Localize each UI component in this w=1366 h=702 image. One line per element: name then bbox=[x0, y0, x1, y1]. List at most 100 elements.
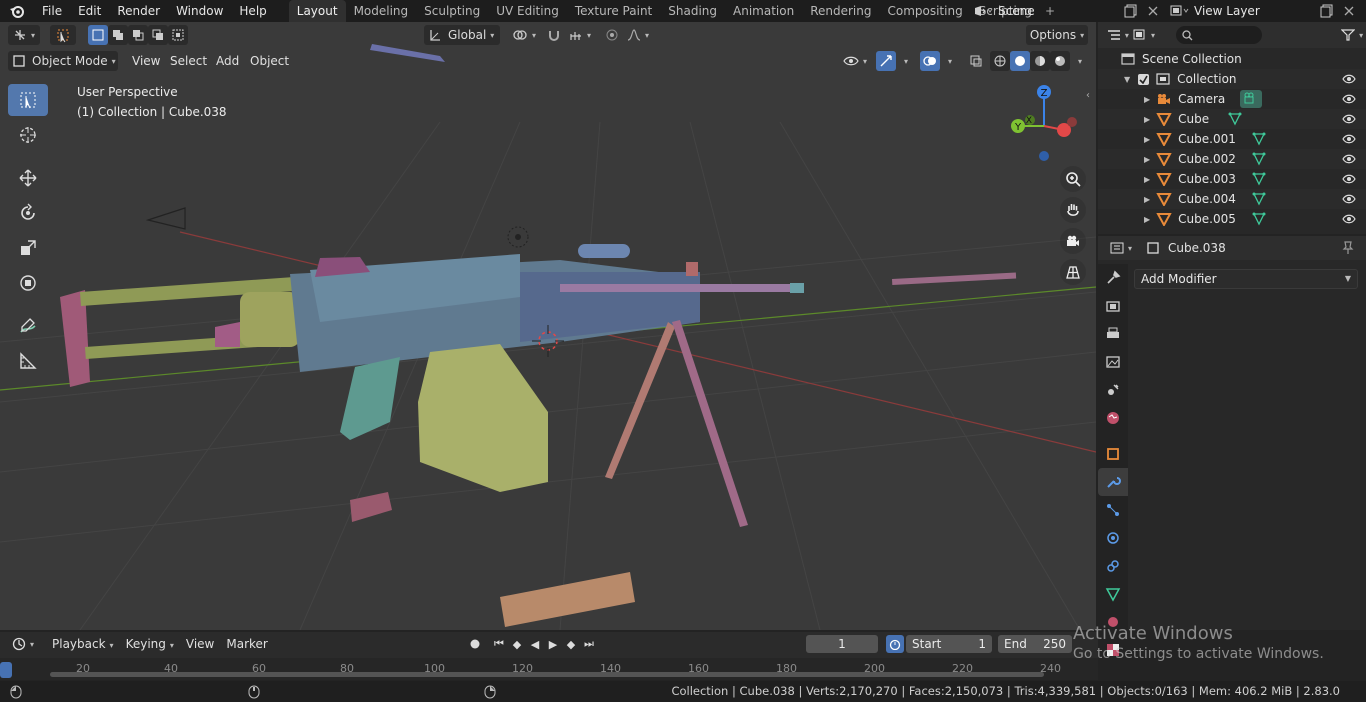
tab-uv-editing[interactable]: UV Editing bbox=[488, 0, 567, 22]
mesh-data-icon[interactable] bbox=[1252, 132, 1266, 146]
solid-shading-icon[interactable] bbox=[1010, 51, 1030, 71]
rotate-tool[interactable] bbox=[8, 197, 48, 229]
expand-arrow-icon[interactable]: ▶ bbox=[1144, 175, 1150, 184]
expand-arrow-icon[interactable]: ▶ bbox=[1144, 195, 1150, 204]
overlays-dropdown[interactable]: ▾ bbox=[940, 51, 956, 71]
timeline-editor-type[interactable]: ▾ bbox=[6, 634, 40, 654]
view-layer-selector[interactable]: View Layer bbox=[1168, 0, 1260, 22]
extend-selection-icon[interactable] bbox=[108, 25, 128, 45]
menu-view[interactable]: View bbox=[126, 51, 166, 71]
invert-selection-icon[interactable] bbox=[148, 25, 168, 45]
scene-tab[interactable] bbox=[1098, 376, 1128, 404]
add-workspace-button[interactable]: + bbox=[1040, 0, 1060, 22]
list-item[interactable]: ▶ Cube.001 bbox=[1098, 129, 1366, 149]
blender-logo-icon[interactable] bbox=[0, 0, 34, 22]
new-view-layer-icon[interactable] bbox=[1316, 2, 1338, 20]
current-frame-indicator[interactable] bbox=[0, 662, 12, 678]
eye-icon[interactable] bbox=[1342, 113, 1356, 125]
visibility-dropdown[interactable]: ▾ bbox=[840, 51, 870, 71]
next-keyframe-icon[interactable]: ◆ bbox=[562, 635, 580, 653]
prev-keyframe-icon[interactable]: ◆ bbox=[508, 635, 526, 653]
menu-select[interactable]: Select bbox=[164, 51, 213, 71]
tab-compositing[interactable]: Compositing bbox=[879, 0, 970, 22]
expand-arrow-icon[interactable]: ▼ bbox=[1124, 75, 1130, 84]
tab-animation[interactable]: Animation bbox=[725, 0, 802, 22]
output-tab[interactable] bbox=[1098, 320, 1128, 348]
render-tab[interactable] bbox=[1098, 292, 1128, 320]
snap-toggle[interactable] bbox=[544, 25, 564, 45]
xray-toggle[interactable] bbox=[966, 51, 986, 71]
tab-layout[interactable]: Layout bbox=[288, 0, 346, 22]
camera-data-icon[interactable] bbox=[1240, 90, 1262, 108]
measure-tool[interactable] bbox=[8, 345, 48, 377]
menu-add[interactable]: Add bbox=[210, 51, 245, 71]
shading-dropdown[interactable]: ▾ bbox=[1070, 51, 1086, 71]
close-icon[interactable] bbox=[1142, 2, 1164, 20]
start-frame-field[interactable]: Start 1 bbox=[906, 635, 992, 653]
snap-target-dropdown[interactable]: ▾ bbox=[564, 25, 596, 45]
sidebar-toggle-icon[interactable]: ‹ bbox=[1086, 90, 1090, 101]
gizmo-dropdown[interactable]: ▾ bbox=[896, 51, 912, 71]
eye-icon[interactable] bbox=[1342, 173, 1356, 185]
outliner-editor-type[interactable]: ▾ bbox=[1104, 25, 1132, 45]
list-item[interactable]: ▶ Cube bbox=[1098, 109, 1366, 129]
move-tool[interactable] bbox=[8, 162, 48, 194]
constraints-tab[interactable] bbox=[1098, 552, 1128, 580]
pin-icon[interactable] bbox=[1342, 241, 1354, 255]
physics-tab[interactable] bbox=[1098, 524, 1128, 552]
overlays-toggle[interactable] bbox=[920, 51, 940, 71]
jump-start-icon[interactable]: ⏮ bbox=[490, 635, 508, 653]
options-dropdown[interactable]: Options ▾ bbox=[1026, 25, 1088, 45]
mesh-data-icon[interactable] bbox=[1252, 212, 1266, 226]
ortho-grid-icon[interactable] bbox=[1060, 259, 1086, 285]
wireframe-shading-icon[interactable] bbox=[990, 51, 1010, 71]
tool-settings-tab[interactable] bbox=[1098, 264, 1128, 292]
pivot-point-dropdown[interactable]: ▾ bbox=[508, 25, 540, 45]
current-frame-field[interactable]: 1 bbox=[806, 635, 878, 653]
intersect-selection-icon[interactable] bbox=[168, 25, 188, 45]
select-box-tool[interactable] bbox=[8, 84, 48, 116]
transform-tool[interactable] bbox=[8, 267, 48, 299]
timeline-view-menu[interactable]: View bbox=[180, 634, 220, 654]
subtract-selection-icon[interactable] bbox=[128, 25, 148, 45]
list-item[interactable]: ▼ Collection bbox=[1098, 69, 1366, 89]
data-tab[interactable] bbox=[1098, 580, 1128, 608]
eye-icon[interactable] bbox=[1342, 93, 1356, 105]
marker-menu[interactable]: Marker bbox=[220, 634, 273, 654]
material-shading-icon[interactable] bbox=[1030, 51, 1050, 71]
expand-arrow-icon[interactable]: ▶ bbox=[1144, 115, 1150, 124]
preview-range-toggle[interactable] bbox=[886, 635, 904, 653]
navigation-gizmo[interactable]: Z Y X bbox=[1011, 85, 1077, 161]
menu-edit[interactable]: Edit bbox=[70, 0, 109, 22]
mesh-data-icon[interactable] bbox=[1252, 192, 1266, 206]
record-button[interactable] bbox=[466, 635, 484, 653]
light-object-icon[interactable] bbox=[507, 226, 529, 248]
list-item[interactable]: ▶ Cube.004 bbox=[1098, 189, 1366, 209]
list-item[interactable]: ▶ Cube.003 bbox=[1098, 169, 1366, 189]
mesh-data-icon[interactable] bbox=[1228, 112, 1242, 126]
zoom-icon[interactable] bbox=[1060, 166, 1086, 192]
display-mode-dropdown[interactable]: ▾ bbox=[1132, 25, 1156, 45]
scene-selector[interactable]: Scene bbox=[972, 0, 1035, 22]
3d-viewport[interactable]: Z Y X ▾ Global ▾ ▾ ▾ ▾ Options ▾ Object … bbox=[0, 22, 1096, 630]
object-tab[interactable] bbox=[1098, 440, 1128, 468]
play-reverse-icon[interactable]: ◀ bbox=[526, 635, 544, 653]
pan-hand-icon[interactable] bbox=[1060, 197, 1086, 223]
annotate-tool[interactable] bbox=[8, 310, 48, 342]
machine-gun-model[interactable] bbox=[60, 44, 1017, 627]
particles-tab[interactable] bbox=[1098, 496, 1128, 524]
filter-dropdown[interactable]: ▾ bbox=[1338, 25, 1366, 45]
list-item[interactable]: Scene Collection bbox=[1098, 49, 1366, 69]
tab-shading[interactable]: Shading bbox=[660, 0, 725, 22]
tab-sculpting[interactable]: Sculpting bbox=[416, 0, 488, 22]
falloff-dropdown[interactable]: ▾ bbox=[622, 25, 654, 45]
gizmo-toggle[interactable] bbox=[876, 51, 896, 71]
scale-tool[interactable] bbox=[8, 232, 48, 264]
list-item[interactable]: ▶ Camera bbox=[1098, 89, 1366, 109]
view-layer-tab[interactable] bbox=[1098, 348, 1128, 376]
outliner-search-input[interactable] bbox=[1176, 26, 1263, 44]
play-icon[interactable]: ▶ bbox=[544, 635, 562, 653]
tab-modeling[interactable]: Modeling bbox=[346, 0, 417, 22]
expand-arrow-icon[interactable]: ▶ bbox=[1144, 135, 1150, 144]
close-icon[interactable] bbox=[1338, 2, 1360, 20]
